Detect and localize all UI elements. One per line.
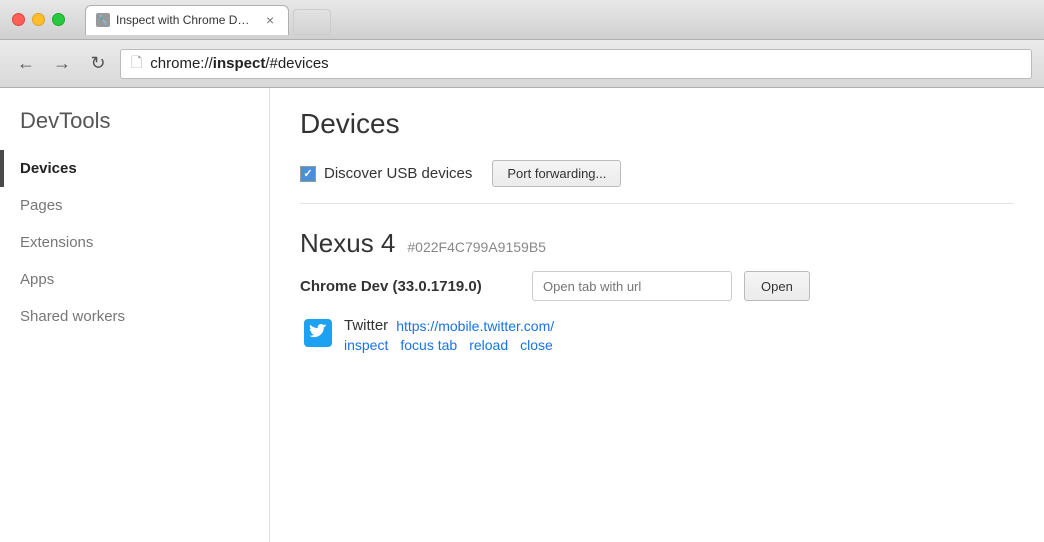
page-url: https://mobile.twitter.com/: [396, 318, 554, 334]
device-id: #022F4C799A9159B5: [407, 239, 546, 255]
page-name: Twitter: [344, 317, 388, 334]
page-icon: 🗋: [131, 52, 142, 76]
page-title-row: Twitter https://mobile.twitter.com/: [344, 317, 554, 334]
twitter-icon: [304, 319, 332, 347]
discover-usb-row: Discover USB devices Port forwarding...: [300, 160, 1014, 204]
sidebar-item-shared-workers[interactable]: Shared workers: [0, 298, 269, 335]
address-bar[interactable]: 🗋 chrome://inspect/#devices: [120, 49, 1032, 79]
page-info: Twitter https://mobile.twitter.com/ insp…: [344, 317, 554, 353]
discover-usb-checkbox[interactable]: [300, 166, 316, 182]
title-bar: 🔧 Inspect with Chrome Devel ×: [0, 0, 1044, 40]
main-content: Devices Discover USB devices Port forwar…: [270, 88, 1044, 542]
open-tab-button[interactable]: Open: [744, 271, 810, 301]
open-tab-url-input[interactable]: [532, 271, 732, 301]
active-tab[interactable]: 🔧 Inspect with Chrome Devel ×: [85, 5, 289, 35]
reload-icon: ↻: [90, 53, 105, 74]
address-suffix: /#devices: [265, 55, 328, 72]
page-actions: inspect focus tab reload close: [344, 337, 554, 353]
reload-link[interactable]: reload: [469, 337, 508, 353]
address-prefix: chrome://: [150, 55, 213, 72]
back-button[interactable]: ←: [12, 50, 40, 78]
port-forwarding-button[interactable]: Port forwarding...: [492, 160, 621, 187]
device-name: Nexus 4: [300, 228, 395, 259]
nav-bar: ← → ↻ 🗋 chrome://inspect/#devices: [0, 40, 1044, 88]
sidebar: DevTools Devices Pages Extensions Apps S…: [0, 88, 270, 542]
sidebar-item-apps[interactable]: Apps: [0, 261, 269, 298]
back-icon: ←: [17, 53, 35, 74]
maximize-window-button[interactable]: [52, 13, 65, 26]
tab-close-button[interactable]: ×: [266, 12, 274, 28]
sidebar-item-pages[interactable]: Pages: [0, 187, 269, 224]
forward-icon: →: [53, 53, 71, 74]
tab-title: Inspect with Chrome Devel: [116, 13, 256, 27]
minimize-window-button[interactable]: [32, 13, 45, 26]
address-text: chrome://inspect/#devices: [150, 55, 328, 72]
forward-button[interactable]: →: [48, 50, 76, 78]
sidebar-item-extensions[interactable]: Extensions: [0, 224, 269, 261]
sidebar-title: DevTools: [0, 108, 269, 150]
device-heading: Nexus 4 #022F4C799A9159B5: [300, 228, 1014, 259]
browser-row: Chrome Dev (33.0.1719.0) Open: [300, 271, 1014, 301]
close-link[interactable]: close: [520, 337, 553, 353]
close-window-button[interactable]: [12, 13, 25, 26]
discover-usb-label: Discover USB devices: [324, 165, 472, 182]
sidebar-item-devices[interactable]: Devices: [0, 150, 269, 187]
content-area: DevTools Devices Pages Extensions Apps S…: [0, 88, 1044, 542]
discover-usb-checkbox-wrapper[interactable]: Discover USB devices: [300, 165, 472, 182]
tab-favicon: 🔧: [96, 13, 110, 27]
new-tab-button[interactable]: [293, 9, 331, 35]
traffic-lights: [12, 13, 65, 26]
page-row: Twitter https://mobile.twitter.com/ insp…: [304, 317, 1014, 353]
tab-bar: 🔧 Inspect with Chrome Devel ×: [85, 5, 331, 35]
address-bold: inspect: [213, 55, 266, 72]
main-heading: Devices: [300, 108, 1014, 140]
focus-tab-link[interactable]: focus tab: [400, 337, 457, 353]
inspect-link[interactable]: inspect: [344, 337, 388, 353]
browser-label: Chrome Dev (33.0.1719.0): [300, 278, 520, 295]
reload-button[interactable]: ↻: [84, 50, 112, 78]
